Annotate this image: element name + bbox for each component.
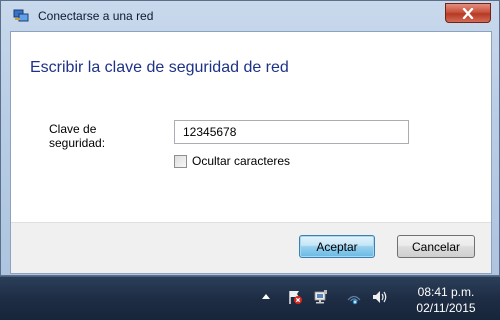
wireless-icon[interactable] <box>346 289 362 310</box>
hide-characters-label[interactable]: Ocultar caracteres <box>192 154 290 168</box>
cancel-button[interactable]: Cancelar <box>397 235 475 258</box>
hide-characters-checkbox[interactable] <box>174 154 187 168</box>
close-button[interactable] <box>445 3 491 23</box>
show-hidden-icons-arrow[interactable] <box>262 294 270 299</box>
action-center-flag-icon[interactable] <box>287 289 303 310</box>
close-icon <box>462 7 474 19</box>
volume-icon[interactable] <box>371 289 389 310</box>
taskbar: 08:41 p.m. 02/11/2015 <box>0 276 500 320</box>
hide-characters-option[interactable]: Ocultar caracteres <box>174 153 290 169</box>
dialog-content: Escribir la clave de seguridad de red Cl… <box>10 31 492 274</box>
window-title: Conectarse a una red <box>38 9 154 23</box>
dialog-heading: Escribir la clave de seguridad de red <box>30 59 289 76</box>
network-connect-icon <box>13 9 29 23</box>
clock-date: 02/11/2015 <box>416 301 476 315</box>
title-bar[interactable]: Conectarse a una red <box>1 1 499 31</box>
dialog-window: Conectarse a una red Escribir la clave d… <box>0 0 500 276</box>
network-icon[interactable] <box>313 289 329 310</box>
security-key-input[interactable]: 12345678 <box>174 120 409 144</box>
accept-button[interactable]: Aceptar <box>299 235 375 258</box>
security-key-label: Clave de seguridad: <box>49 122 106 150</box>
dialog-footer: Aceptar Cancelar <box>11 222 491 273</box>
clock-time: 08:41 p.m. <box>417 285 475 299</box>
taskbar-clock[interactable]: 08:41 p.m. 02/11/2015 <box>404 284 488 316</box>
